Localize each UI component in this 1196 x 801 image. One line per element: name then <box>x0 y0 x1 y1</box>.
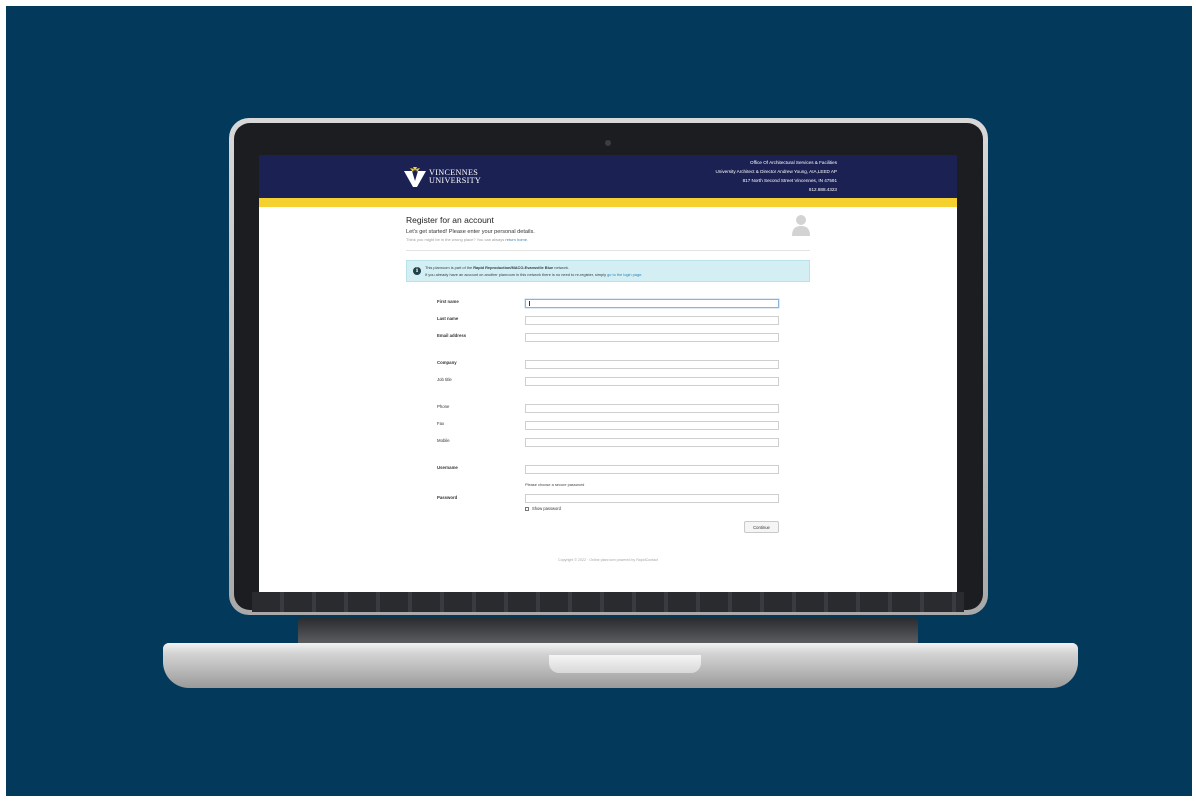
job-title-input[interactable] <box>525 377 779 386</box>
return-home-link[interactable]: return home <box>505 237 527 242</box>
hint-suffix: . <box>526 237 529 242</box>
first-name-input[interactable] <box>525 299 779 308</box>
vincennes-v-icon <box>404 167 426 187</box>
password-input[interactable] <box>525 494 779 503</box>
site-header: VINCENNES UNIVERSITY Office Of Architect… <box>259 155 957 198</box>
company-label: Company <box>437 360 457 365</box>
show-password-label[interactable]: Show password <box>532 506 561 511</box>
logo-wordmark: VINCENNES UNIVERSITY <box>429 168 482 186</box>
email-address-input[interactable] <box>525 333 779 342</box>
notice-line-1: This planroom is part of the Rapid Repro… <box>425 265 569 270</box>
login-page-link[interactable]: go to the login page <box>607 272 641 277</box>
network-notice: i This planroom is part of the Rapid Rep… <box>406 260 810 282</box>
username-label: Username <box>437 465 458 470</box>
mobile-input[interactable] <box>525 438 779 447</box>
notice-text: . <box>641 272 643 277</box>
footer-copyright: Copyright © 2022 · Online planroom power… <box>558 558 658 562</box>
page-title: Register for an account <box>406 215 494 225</box>
notice-text: If you already have an account on anothe… <box>425 272 608 277</box>
email-address-label: Email address <box>437 333 467 338</box>
contact-office: Office Of Architectural Services & Facil… <box>750 160 837 165</box>
continue-button[interactable]: Continue <box>744 521 779 533</box>
password-label: Password <box>437 495 458 500</box>
phone-input[interactable] <box>525 404 779 413</box>
job-title-label: Job title <box>437 377 452 382</box>
page-subtitle: Let's get started! Please enter your per… <box>406 229 535 235</box>
laptop-keyboard-well <box>298 618 918 644</box>
show-password-checkbox[interactable] <box>525 507 529 511</box>
logo-line-2: UNIVERSITY <box>429 176 482 185</box>
fax-label: Fax <box>437 421 445 426</box>
notice-text: network. <box>553 265 570 270</box>
contact-phone: 812.888.4323 <box>808 187 837 192</box>
phone-label: Phone <box>437 404 450 409</box>
notice-text: This planroom is part of the <box>425 265 474 270</box>
contact-address: 817 North Second Street Vincennes, IN 47… <box>742 178 837 183</box>
last-name-input[interactable] <box>525 316 779 325</box>
text-caret <box>529 301 530 306</box>
university-logo[interactable]: VINCENNES UNIVERSITY <box>404 165 481 189</box>
password-help-text: Please choose a secure password <box>525 482 585 487</box>
contact-info: Office Of Architectural Services & Facil… <box>715 158 837 194</box>
laptop-thumb-notch <box>549 655 701 673</box>
info-icon: i <box>413 267 421 275</box>
laptop-base-lip <box>163 643 1078 655</box>
contact-architect: University Architect & Director Andrew Y… <box>715 169 837 174</box>
mobile-label: Mobile <box>437 438 450 443</box>
last-name-label: Last name <box>437 316 459 321</box>
accent-bar <box>259 198 957 207</box>
hint-text: Think you might be in the wrong place? Y… <box>406 237 506 242</box>
laptop-hinge <box>252 592 964 612</box>
username-input[interactable] <box>525 465 779 474</box>
network-name: Rapid Reproduction/MACO-Evansville Blue <box>473 265 554 270</box>
user-avatar-icon[interactable] <box>792 214 810 236</box>
first-name-label: First name <box>437 299 459 304</box>
laptop-screen: VINCENNES UNIVERSITY Office Of Architect… <box>259 155 957 592</box>
divider <box>406 250 810 251</box>
notice-line-2: If you already have an account on anothe… <box>425 272 642 277</box>
webcam-icon <box>605 140 611 146</box>
fax-input[interactable] <box>525 421 779 430</box>
page-hint: Think you might be in the wrong place? Y… <box>406 237 528 242</box>
company-input[interactable] <box>525 360 779 369</box>
